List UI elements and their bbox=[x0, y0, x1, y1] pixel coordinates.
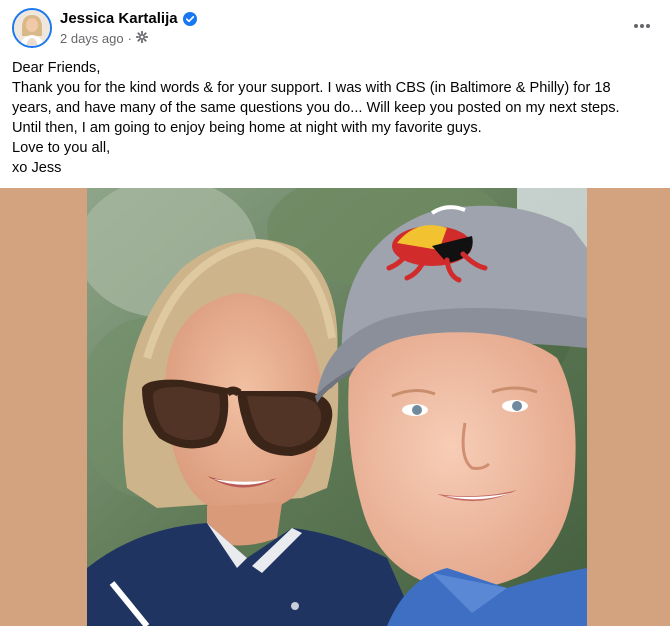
public-settings-icon[interactable] bbox=[135, 30, 149, 46]
post-photo[interactable] bbox=[87, 188, 587, 626]
selfie-photo-illustration bbox=[87, 188, 587, 626]
facebook-post: Jessica Kartalija 2 days ago · Dear Frie… bbox=[0, 0, 670, 626]
post-line: xo Jess bbox=[12, 160, 62, 176]
post-media[interactable] bbox=[0, 188, 670, 626]
post-timestamp[interactable]: 2 days ago bbox=[60, 31, 124, 46]
author-name[interactable]: Jessica Kartalija bbox=[60, 10, 178, 27]
post-line: Until then, I am going to enjoy being ho… bbox=[12, 120, 482, 136]
post-line: Dear Friends, bbox=[12, 60, 101, 76]
avatar-image bbox=[14, 10, 50, 46]
meta-separator: · bbox=[127, 31, 132, 46]
post-meta: 2 days ago · bbox=[60, 30, 149, 46]
post-header: Jessica Kartalija 2 days ago · bbox=[12, 8, 658, 50]
more-options-icon[interactable] bbox=[624, 12, 660, 40]
avatar[interactable] bbox=[12, 8, 52, 48]
verified-badge-icon bbox=[182, 11, 197, 26]
author-row: Jessica Kartalija bbox=[60, 10, 197, 27]
post-body: Dear Friends, Thank you for the kind wor… bbox=[12, 58, 652, 178]
post-line: Thank you for the kind words & for your … bbox=[12, 80, 620, 116]
post-line: Love to you all, bbox=[12, 140, 111, 156]
